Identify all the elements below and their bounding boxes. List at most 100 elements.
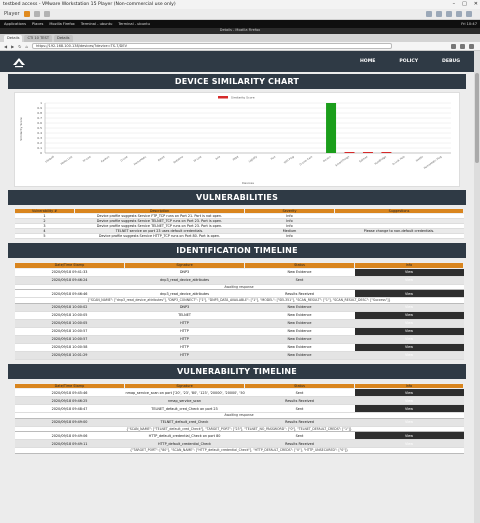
- close-icon[interactable]: ✕: [474, 1, 478, 7]
- vm-title-bar: testbed access - VMware Workstation 15 P…: [0, 0, 480, 9]
- view-button[interactable]: View: [405, 278, 413, 282]
- signature-cell: HTTP: [124, 319, 245, 328]
- timestamp-cell: 2020/09/18 09:48:47: [14, 404, 125, 413]
- minimize-icon[interactable]: –: [453, 1, 456, 7]
- status-cell: New Evidence: [244, 319, 355, 328]
- info-cell: View: [354, 439, 464, 448]
- view-button[interactable]: View: [405, 305, 413, 309]
- timeline-row: 2020/09/18 09:48:47 TELNET_default_cred_C…: [14, 404, 464, 413]
- device-icon[interactable]: [436, 11, 442, 17]
- legend-label: Similarity Score: [231, 96, 255, 100]
- nav-home[interactable]: HOME: [360, 59, 375, 64]
- timeline-row: 2020/09/18 10:00:05 TELNET New Evidence Vie…: [14, 311, 464, 320]
- x-tick-label: WeMo Link: [60, 154, 74, 166]
- timestamp-cell: 2020/09/18 09:49:00: [14, 418, 125, 427]
- url-bar[interactable]: https://192.168.100.138/devices/?device=…: [32, 43, 393, 49]
- maximize-icon[interactable]: □: [462, 1, 467, 7]
- identification-table: Date/Time Stamp Signature Status Info 20…: [14, 262, 464, 360]
- timeline-row: 2020/09/18 10:00:57 HTTP New Evidence View: [14, 335, 464, 344]
- y-tick-label: 0.3: [37, 136, 42, 140]
- view-button[interactable]: View: [405, 399, 413, 403]
- status-cell: New Evidence: [244, 327, 355, 336]
- device-icons: [426, 11, 472, 17]
- y-tick-label: 0.6: [37, 121, 42, 125]
- signature-cell: nmap_service_scan: [124, 396, 245, 405]
- home-icon[interactable]: ⌂: [26, 44, 29, 49]
- taskbar-item[interactable]: Applications: [4, 22, 26, 26]
- reload-icon[interactable]: ↻: [18, 44, 21, 49]
- status-cell: Sent: [244, 276, 355, 285]
- sidebar-icon[interactable]: [460, 44, 465, 49]
- view-button[interactable]: View: [405, 313, 413, 317]
- site-logo-icon[interactable]: [12, 56, 26, 68]
- back-icon[interactable]: ◀: [4, 44, 7, 49]
- view-button[interactable]: View: [405, 391, 413, 395]
- view-button[interactable]: View: [405, 292, 413, 296]
- x-tick-label: D-Link Hub: [391, 154, 405, 166]
- view-button[interactable]: View: [405, 353, 413, 357]
- status-cell: New Evidence: [244, 311, 355, 320]
- info-cell: View: [354, 388, 464, 397]
- nav-debug[interactable]: DEBUG: [442, 59, 460, 64]
- view-button[interactable]: View: [405, 442, 413, 446]
- taskbar-item[interactable]: Terminal - ubuntu: [81, 22, 113, 26]
- tab-details-2[interactable]: Details: [54, 35, 73, 42]
- window-controls: – □ ✕: [453, 1, 478, 7]
- forward-icon[interactable]: ▶: [11, 44, 14, 49]
- legend-swatch: [218, 96, 228, 99]
- tab-cti[interactable]: CTI 10 TEST: [24, 35, 53, 42]
- tab-details[interactable]: Details: [4, 35, 23, 42]
- fullscreen-icon[interactable]: [43, 11, 50, 17]
- device-icon[interactable]: [426, 11, 432, 17]
- view-button[interactable]: View: [405, 345, 413, 349]
- x-tick-label: Ednet: [157, 155, 165, 163]
- status-cell: Sent: [244, 388, 355, 397]
- player-menu[interactable]: Player: [4, 11, 20, 17]
- status-cell: Results Received: [244, 289, 355, 298]
- device-icon[interactable]: [446, 11, 452, 17]
- timestamp-cell: 2020/09/18 10:00:02: [14, 303, 125, 312]
- timeline-row: 2020/09/18 09:49:00 TELNET_default_cred_C…: [14, 418, 464, 427]
- view-button[interactable]: View: [405, 434, 413, 438]
- taskbar-item[interactable]: Mozilla Firefox: [49, 22, 74, 26]
- device-icon[interactable]: [456, 11, 462, 17]
- menu-icon[interactable]: [469, 44, 474, 49]
- page-scrollbar[interactable]: [474, 51, 480, 523]
- view-button[interactable]: View: [405, 337, 413, 341]
- info-cell: View: [354, 311, 464, 320]
- timestamp-cell: 2020/09/18 10:00:57: [14, 327, 125, 336]
- info-cell: View: [354, 319, 464, 328]
- y-tick-label: 0.4: [37, 131, 42, 135]
- status-cell: Sent: [244, 404, 355, 413]
- status-cell: New Evidence: [244, 303, 355, 312]
- timestamp-cell: 2020/09/18 09:46:25: [14, 396, 125, 405]
- view-button[interactable]: View: [405, 270, 413, 274]
- send-keys-icon[interactable]: [33, 11, 40, 17]
- timestamp-cell: 2020/09/18 10:01:29: [14, 351, 125, 360]
- y-tick-label: 0.7: [37, 116, 42, 120]
- nav-policy[interactable]: POLICY: [399, 59, 418, 64]
- view-button[interactable]: View: [405, 407, 413, 411]
- x-tick-label: Aria: [214, 154, 221, 160]
- vuln-cell: Info: [244, 233, 335, 239]
- signature-cell: HTTP_default_credential_Check: [124, 439, 245, 448]
- timestamp-cell: 2020/09/18 10:00:58: [14, 343, 125, 352]
- timestamp-cell: 2020/09/18 09:49:06: [14, 431, 125, 440]
- view-button[interactable]: View: [405, 329, 413, 333]
- status-cell: New Evidence: [244, 335, 355, 344]
- library-icon[interactable]: [451, 44, 456, 49]
- view-button[interactable]: View: [405, 420, 413, 424]
- device-icon[interactable]: [466, 11, 472, 17]
- taskbar-item[interactable]: Terminal - ubuntu: [118, 22, 150, 26]
- chart-section-title: DEVICE SIMILARITY CHART: [8, 74, 466, 89]
- scrollbar-thumb[interactable]: [475, 73, 479, 163]
- view-button[interactable]: View: [405, 321, 413, 325]
- status-cell: Sent: [244, 431, 355, 440]
- timeline-row: 2020/09/18 10:01:29 HTTP New Evidence View: [14, 351, 464, 360]
- pause-icon[interactable]: [23, 11, 30, 17]
- timeline-row: 2020/09/18 09:46:46 dnp3_read_device_attr…: [14, 289, 464, 298]
- timestamp-cell: 2020/09/18 09:41:33: [14, 268, 125, 277]
- info-cell: View: [354, 327, 464, 336]
- taskbar-item[interactable]: Places: [32, 22, 43, 26]
- info-cell: View: [354, 303, 464, 312]
